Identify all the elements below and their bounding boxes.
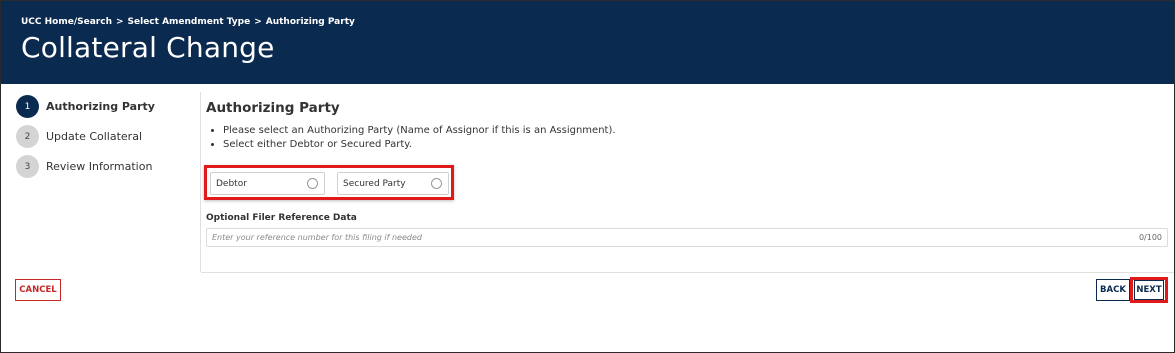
cancel-button[interactable]: CANCEL	[15, 279, 61, 301]
breadcrumb-home-link[interactable]: UCC Home/Search	[21, 17, 112, 27]
step-label: Update Collateral	[46, 130, 142, 143]
secured-party-label: Secured Party	[343, 178, 406, 189]
page-title: Collateral Change	[21, 31, 275, 64]
step-label: Review Information	[46, 160, 153, 173]
reference-input[interactable]	[212, 233, 1112, 242]
footer-divider	[201, 272, 1174, 273]
section-title: Authorizing Party	[206, 100, 340, 116]
step-number: 1	[16, 95, 39, 118]
reference-field-label: Optional Filer Reference Data	[206, 213, 357, 223]
secured-party-radio[interactable]	[431, 178, 442, 189]
page-header: UCC Home/Search > Select Amendment Type …	[1, 1, 1174, 84]
debtor-label: Debtor	[216, 178, 247, 189]
reference-field[interactable]: 0/100	[206, 228, 1168, 247]
step-number: 3	[16, 155, 39, 178]
debtor-option[interactable]: Debtor	[210, 172, 325, 195]
main-content: Authorizing Party Please select an Autho…	[206, 100, 616, 152]
secured-party-option[interactable]: Secured Party	[337, 172, 449, 195]
authorizing-party-selector: Debtor Secured Party	[204, 165, 454, 200]
sidebar-divider	[200, 92, 201, 272]
instructions-list: Please select an Authorizing Party (Name…	[206, 124, 616, 152]
breadcrumb: UCC Home/Search > Select Amendment Type …	[21, 17, 355, 27]
breadcrumb-separator-icon: >	[254, 17, 262, 27]
step-label: Authorizing Party	[46, 100, 155, 113]
step-review-information: 3 Review Information	[16, 155, 155, 178]
progress-stepper: 1 Authorizing Party 2 Update Collateral …	[16, 95, 155, 185]
instruction-item: Select either Debtor or Secured Party.	[223, 138, 616, 152]
step-authorizing-party: 1 Authorizing Party	[16, 95, 155, 118]
instruction-item: Please select an Authorizing Party (Name…	[223, 124, 616, 138]
breadcrumb-separator-icon: >	[115, 17, 124, 27]
breadcrumb-current: Authorizing Party	[265, 17, 355, 27]
character-counter: 0/100	[1138, 233, 1162, 242]
breadcrumb-amendment-link[interactable]: Select Amendment Type	[128, 17, 251, 27]
step-update-collateral: 2 Update Collateral	[16, 125, 155, 148]
back-button[interactable]: BACK	[1096, 279, 1130, 301]
debtor-radio[interactable]	[307, 178, 318, 189]
step-number: 2	[16, 125, 39, 148]
next-button[interactable]: NEXT	[1134, 280, 1164, 300]
